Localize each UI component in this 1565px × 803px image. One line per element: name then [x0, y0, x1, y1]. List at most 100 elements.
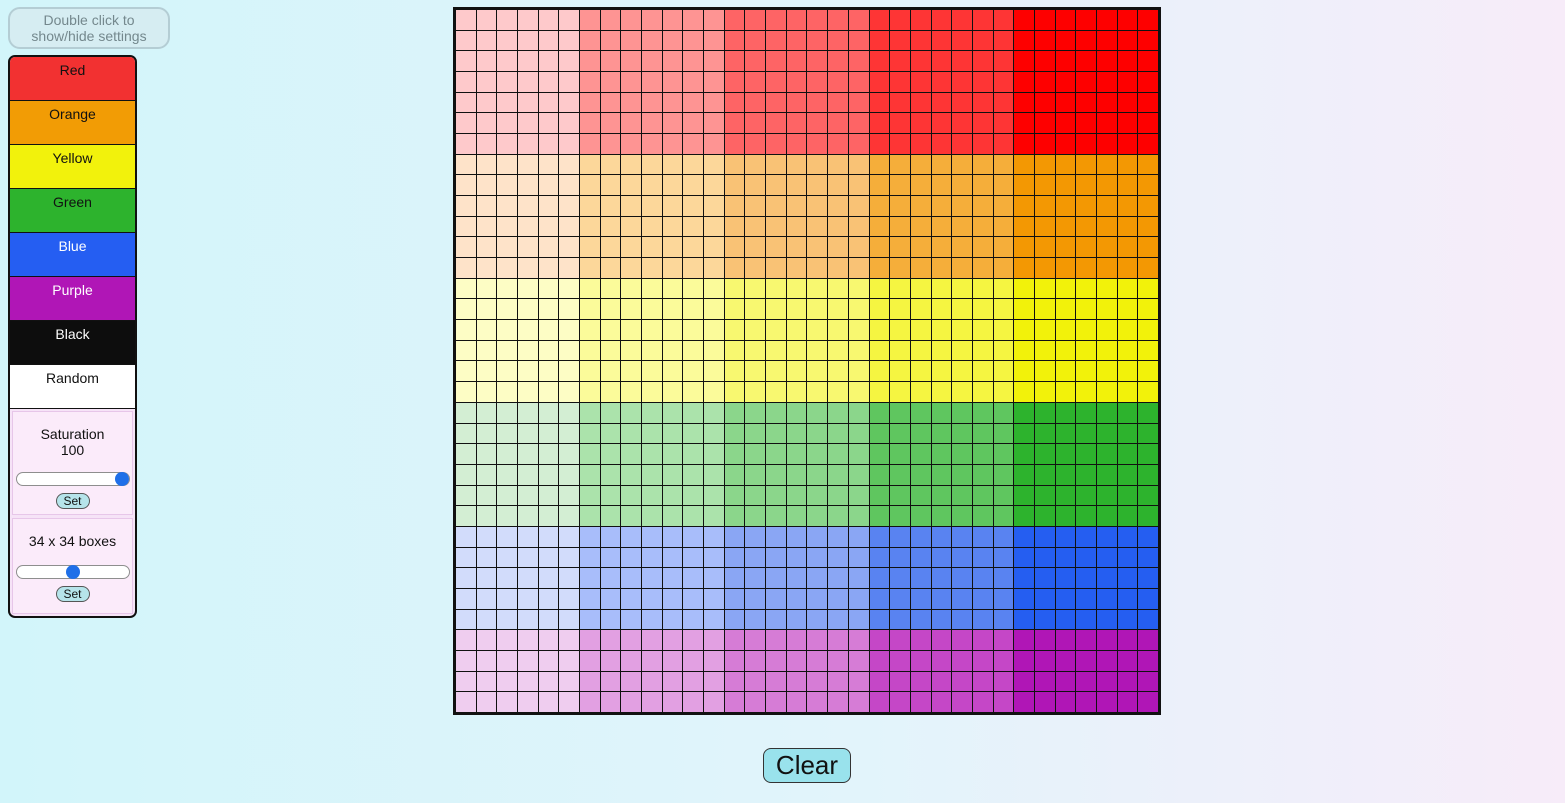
- grid-cell[interactable]: [766, 361, 786, 382]
- grid-cell[interactable]: [1076, 237, 1096, 258]
- grid-cell[interactable]: [952, 506, 972, 526]
- grid-cell[interactable]: [972, 485, 993, 506]
- grid-cell[interactable]: [952, 154, 972, 175]
- grid-cell[interactable]: [538, 630, 559, 650]
- grid-cell[interactable]: [910, 630, 931, 650]
- grid-cell[interactable]: [662, 196, 683, 216]
- grid-cell[interactable]: [745, 361, 766, 382]
- grid-cell[interactable]: [642, 154, 662, 175]
- grid-cell[interactable]: [662, 30, 683, 51]
- grid-cell[interactable]: [456, 402, 476, 423]
- grid-cell[interactable]: [559, 650, 580, 671]
- grid-cell[interactable]: [600, 134, 621, 154]
- grid-cell[interactable]: [580, 402, 600, 423]
- grid-cell[interactable]: [559, 320, 580, 340]
- grid-cell[interactable]: [642, 196, 662, 216]
- grid-cell[interactable]: [662, 506, 683, 526]
- grid-cell[interactable]: [1034, 299, 1055, 320]
- grid-cell[interactable]: [931, 402, 952, 423]
- grid-cell[interactable]: [828, 216, 848, 237]
- grid-cell[interactable]: [1055, 671, 1076, 692]
- grid-cell[interactable]: [476, 506, 497, 526]
- grid-cell[interactable]: [724, 299, 745, 320]
- grid-cell[interactable]: [1014, 609, 1034, 630]
- grid-cell[interactable]: [1055, 92, 1076, 113]
- grid-cell[interactable]: [1138, 588, 1158, 609]
- grid-cell[interactable]: [1034, 506, 1055, 526]
- grid-cell[interactable]: [580, 444, 600, 464]
- grid-cell[interactable]: [1076, 51, 1096, 72]
- grid-cell[interactable]: [662, 588, 683, 609]
- grid-cell[interactable]: [1055, 340, 1076, 361]
- grid-cell[interactable]: [890, 216, 910, 237]
- grid-cell[interactable]: [1055, 609, 1076, 630]
- grid-cell[interactable]: [1034, 630, 1055, 650]
- grid-cell[interactable]: [828, 237, 848, 258]
- grid-cell[interactable]: [600, 423, 621, 444]
- grid-cell[interactable]: [704, 568, 724, 588]
- grid-cell[interactable]: [538, 216, 559, 237]
- grid-cell[interactable]: [807, 10, 828, 30]
- grid-cell[interactable]: [1034, 671, 1055, 692]
- grid-cell[interactable]: [1076, 299, 1096, 320]
- grid-cell[interactable]: [869, 154, 890, 175]
- grid-cell[interactable]: [662, 402, 683, 423]
- grid-cell[interactable]: [456, 216, 476, 237]
- grid-cell[interactable]: [559, 526, 580, 547]
- grid-cell[interactable]: [621, 134, 642, 154]
- grid-cell[interactable]: [993, 444, 1014, 464]
- grid-cell[interactable]: [559, 506, 580, 526]
- grid-cell[interactable]: [497, 320, 518, 340]
- grid-cell[interactable]: [807, 568, 828, 588]
- grid-cell[interactable]: [931, 237, 952, 258]
- grid-cell[interactable]: [807, 340, 828, 361]
- grid-cell[interactable]: [766, 650, 786, 671]
- grid-cell[interactable]: [1096, 92, 1117, 113]
- grid-cell[interactable]: [1076, 134, 1096, 154]
- grid-cell[interactable]: [683, 72, 704, 92]
- grid-cell[interactable]: [476, 30, 497, 51]
- grid-cell[interactable]: [683, 320, 704, 340]
- grid-cell[interactable]: [869, 506, 890, 526]
- grid-cell[interactable]: [518, 320, 538, 340]
- grid-cell[interactable]: [1096, 278, 1117, 299]
- grid-cell[interactable]: [869, 299, 890, 320]
- grid-cell[interactable]: [456, 506, 476, 526]
- grid-cell[interactable]: [1055, 402, 1076, 423]
- grid-cell[interactable]: [910, 650, 931, 671]
- grid-cell[interactable]: [745, 258, 766, 278]
- grid-cell[interactable]: [807, 72, 828, 92]
- grid-cell[interactable]: [745, 423, 766, 444]
- grid-cell[interactable]: [1014, 547, 1034, 568]
- grid-cell[interactable]: [518, 382, 538, 402]
- grid-cell[interactable]: [600, 154, 621, 175]
- grid-cell[interactable]: [745, 402, 766, 423]
- grid-cell[interactable]: [1117, 258, 1138, 278]
- grid-cell[interactable]: [580, 340, 600, 361]
- grid-cell[interactable]: [952, 196, 972, 216]
- grid-cell[interactable]: [848, 382, 869, 402]
- grid-cell[interactable]: [683, 444, 704, 464]
- grid-cell[interactable]: [890, 134, 910, 154]
- grid-cell[interactable]: [704, 175, 724, 196]
- grid-cell[interactable]: [972, 258, 993, 278]
- grid-cell[interactable]: [662, 547, 683, 568]
- grid-cell[interactable]: [476, 485, 497, 506]
- grid-cell[interactable]: [724, 72, 745, 92]
- grid-cell[interactable]: [559, 630, 580, 650]
- grid-cell[interactable]: [476, 630, 497, 650]
- grid-cell[interactable]: [642, 588, 662, 609]
- grid-cell[interactable]: [600, 175, 621, 196]
- grid-cell[interactable]: [1055, 134, 1076, 154]
- grid-cell[interactable]: [910, 361, 931, 382]
- grid-cell[interactable]: [952, 175, 972, 196]
- grid-cell[interactable]: [745, 526, 766, 547]
- grid-cell[interactable]: [1055, 154, 1076, 175]
- grid-cell[interactable]: [1034, 423, 1055, 444]
- grid-cell[interactable]: [1138, 196, 1158, 216]
- grid-cell[interactable]: [910, 299, 931, 320]
- grid-cell[interactable]: [869, 630, 890, 650]
- grid-cell[interactable]: [869, 216, 890, 237]
- grid-cell[interactable]: [993, 134, 1014, 154]
- grid-cell[interactable]: [931, 134, 952, 154]
